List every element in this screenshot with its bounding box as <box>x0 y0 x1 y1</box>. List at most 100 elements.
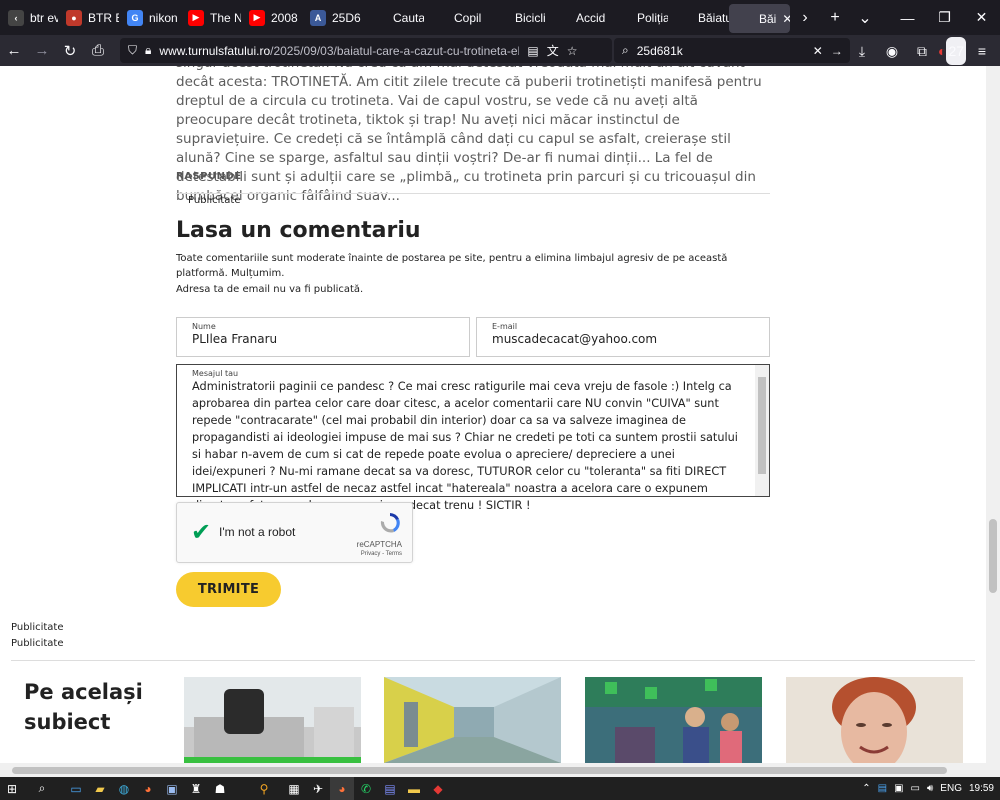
close-window-icon[interactable]: ✕ <box>963 0 1000 35</box>
tab-label: 25D6 <box>332 10 361 25</box>
tab-label: Accid <box>576 10 606 25</box>
tray-chevron-icon[interactable]: ⌃ <box>862 783 870 794</box>
tab-scroll-right-icon[interactable]: › <box>790 9 820 27</box>
divider <box>176 193 770 194</box>
url-bar[interactable]: ⛉ 🔒︎ www.turnulsfatului.ro/2025/09/03/ba… <box>120 38 612 63</box>
textarea-scrollbar[interactable] <box>755 365 769 496</box>
name-field[interactable]: Nume PLIlea Franaru <box>176 317 470 357</box>
tab-favicon-icon <box>554 10 570 26</box>
captcha-links[interactable]: Privacy - Terms <box>361 551 402 557</box>
edge-icon[interactable]: ◍ <box>112 777 136 800</box>
menu-icon[interactable]: ≡ <box>968 37 996 65</box>
clear-search-icon[interactable]: ✕ <box>813 44 823 58</box>
downloads-icon[interactable]: ⤓ <box>848 37 876 65</box>
translate-icon[interactable]: 文 <box>547 42 559 59</box>
app-icon[interactable]: ♜ <box>184 777 208 800</box>
forward-icon[interactable]: → <box>28 37 56 65</box>
taskview-icon[interactable]: ▭ <box>64 777 88 800</box>
related-article-thumbnail[interactable] <box>184 677 361 763</box>
email-value[interactable]: muscadecacat@yahoo.com <box>492 332 657 346</box>
whatsapp-icon[interactable]: ✆ <box>354 777 378 800</box>
reply-link[interactable]: RASPUNDE <box>176 171 770 182</box>
browser-tab[interactable]: Poliția <box>607 0 668 35</box>
email-field[interactable]: E-mail muscadecacat@yahoo.com <box>476 317 770 357</box>
ad-label: Publicitate <box>188 195 241 206</box>
app-icon[interactable]: ✈ <box>306 777 330 800</box>
file-explorer-icon[interactable]: ▰ <box>88 777 112 800</box>
tab-favicon-icon <box>737 11 753 27</box>
browser-tab[interactable]: Băiatu <box>668 0 729 35</box>
app-icon[interactable]: ▦ <box>282 777 306 800</box>
shield-icon[interactable]: ⛉ <box>128 43 137 58</box>
recaptcha-widget[interactable]: ✔ I'm not a robot reCAPTCHA Privacy - Te… <box>176 502 413 563</box>
new-tab-button[interactable]: + <box>820 9 850 27</box>
pdf-icon[interactable]: ◆ <box>426 777 450 800</box>
extensions-icon[interactable]: ⧉ <box>908 37 936 65</box>
browser-tab[interactable]: ● BTR E <box>58 0 119 35</box>
tab-favicon-icon: ‹ <box>8 9 24 26</box>
schoolchildren-image <box>585 677 762 763</box>
related-article-thumbnail[interactable] <box>384 677 561 763</box>
tab-label: The N <box>210 10 241 25</box>
language-indicator[interactable]: ENG <box>940 783 962 794</box>
page-content: singur acest trotinetar. Nu cred că am m… <box>0 66 986 763</box>
firefox-icon[interactable]: ◕ <box>136 777 160 800</box>
browser-tab[interactable]: ‹ btr ev <box>0 0 58 35</box>
windows-start-icon[interactable]: ⊞ <box>0 777 24 800</box>
app-icon[interactable]: ▤ <box>378 777 402 800</box>
tab-label: Poliția <box>637 10 668 25</box>
list-all-tabs-icon[interactable]: ⌄ <box>850 8 880 28</box>
browser-tab[interactable]: ▶ 2008 <box>241 0 302 35</box>
firefox-icon[interactable]: ◕ <box>330 777 354 800</box>
name-value[interactable]: PLIlea Franaru <box>192 332 277 346</box>
related-section-title: Pe același subiect <box>24 680 143 734</box>
search-box[interactable]: ⌕ 25d681k ✕ → <box>614 38 850 63</box>
divider <box>11 660 975 661</box>
browser-tab[interactable]: Gnikon <box>119 0 180 35</box>
tray-app-icon[interactable]: ▤ <box>878 783 887 794</box>
message-textarea[interactable]: Mesajul tau Administratorii paginii ce p… <box>176 364 770 512</box>
minimize-icon[interactable]: — <box>889 0 926 35</box>
bookmark-star-icon[interactable]: ☆ <box>567 44 578 58</box>
checkmark-icon[interactable]: ✔ <box>191 518 211 547</box>
browser-tab[interactable]: Cauta <box>363 0 424 35</box>
app-icon[interactable]: ☗ <box>208 777 232 800</box>
related-article-thumbnail[interactable] <box>786 677 963 763</box>
recaptcha-logo-icon <box>380 513 400 533</box>
lock-icon[interactable]: 🔒︎ <box>145 43 151 58</box>
search-app-icon[interactable]: ⚲ <box>252 777 276 800</box>
tab-favicon-icon: ▶ <box>188 9 204 26</box>
browser-tab[interactable]: A 25D6 <box>302 0 363 35</box>
submit-button[interactable]: TRIMITE <box>176 572 281 607</box>
browser-tab[interactable]: Băi ✕ <box>729 4 790 33</box>
page-scrollbar[interactable] <box>986 66 1000 763</box>
restore-icon[interactable]: ❐ <box>926 0 963 35</box>
tab-favicon-icon <box>676 10 692 26</box>
browser-tab[interactable]: Copil <box>424 0 485 35</box>
browser-tab[interactable]: ▶ The N <box>180 0 241 35</box>
clock[interactable]: 19:59 <box>969 783 994 794</box>
network-icon[interactable]: ▭ <box>911 783 920 794</box>
print-icon[interactable]: ⎙ <box>84 37 112 65</box>
addon-icon[interactable]: ◐ 27 <box>938 37 967 65</box>
volume-icon[interactable]: 🔊︎ <box>927 783 933 794</box>
search-icon[interactable]: ⌕ <box>30 777 54 800</box>
back-icon[interactable]: ← <box>0 37 28 65</box>
url-text[interactable]: www.turnulsfatului.ro/2025/09/03/baiatul… <box>159 44 519 58</box>
folder-icon[interactable]: ▬ <box>402 777 426 800</box>
message-value[interactable]: Administratorii paginii ce pandesc ? Ce … <box>192 378 747 514</box>
tab-label: Cauta <box>393 10 424 25</box>
account-icon[interactable]: ◉ <box>878 37 906 65</box>
reload-icon[interactable]: ↻ <box>56 37 84 65</box>
save-icon[interactable]: ▣ <box>160 777 184 800</box>
tray-app-icon[interactable]: ▣ <box>894 783 903 794</box>
browser-tab[interactable]: Biciclis <box>485 0 546 35</box>
moderation-note: Toate comentariile sunt moderate înainte… <box>176 253 728 279</box>
reader-view-icon[interactable]: ▤ <box>527 44 538 58</box>
close-tab-icon[interactable]: ✕ <box>782 12 790 26</box>
search-query[interactable]: 25d681k <box>637 44 805 58</box>
go-arrow-icon[interactable]: → <box>831 44 843 58</box>
horizontal-scrollbar[interactable] <box>0 763 1000 777</box>
browser-tab[interactable]: Accid <box>546 0 607 35</box>
related-article-thumbnail[interactable] <box>585 677 762 763</box>
